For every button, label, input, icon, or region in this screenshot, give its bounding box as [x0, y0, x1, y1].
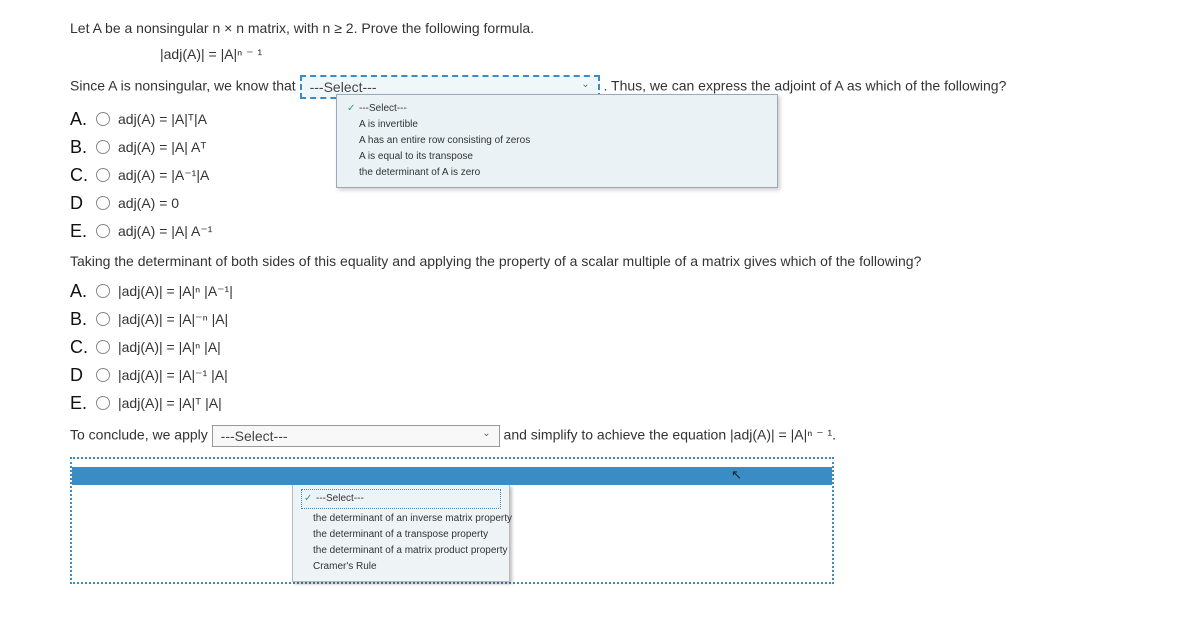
dropdown-item-transpose[interactable]: A is equal to its transpose: [347, 149, 767, 165]
option-text-2-E: |adj(A)| = |A|ᵀ |A|: [118, 391, 222, 415]
option-2-A: A. |adj(A)| = |A|ⁿ |A⁻¹|: [70, 279, 1130, 303]
formula-text: |adj(A)| = |A|ⁿ ⁻ ¹: [160, 46, 262, 62]
option-text-2-D: |adj(A)| = |A|⁻¹ |A|: [118, 363, 228, 387]
dropdown2-item-inverse[interactable]: the determinant of an inverse matrix pro…: [301, 511, 501, 527]
option-1-D: D adj(A) = 0: [70, 191, 1130, 215]
dropdown-item-placeholder[interactable]: ✓---Select---: [347, 101, 767, 117]
radio-2-E[interactable]: [96, 396, 110, 410]
option-label: B.: [70, 135, 94, 159]
step3-line: To conclude, we apply ---Select--- ⌄ and…: [70, 425, 1130, 447]
chevron-down-icon: ⌄: [482, 428, 490, 439]
dropdown2-item-placeholder[interactable]: ✓---Select---: [301, 489, 501, 509]
option-label: D: [70, 191, 94, 215]
radio-2-D[interactable]: [96, 368, 110, 382]
option-2-E: E. |adj(A)| = |A|ᵀ |A|: [70, 391, 1130, 415]
radio-1-A[interactable]: [96, 112, 110, 126]
formula: |adj(A)| = |A|ⁿ ⁻ ¹: [160, 46, 1130, 63]
step1-suffix: . Thus, we can express the adjoint of A …: [603, 78, 1006, 94]
radio-1-D[interactable]: [96, 196, 110, 210]
option-text-2-A: |adj(A)| = |A|ⁿ |A⁻¹|: [118, 279, 233, 303]
step3-select[interactable]: ---Select--- ⌄: [212, 425, 500, 447]
cursor-icon: ↖: [731, 467, 742, 483]
dropdown-item-invertible[interactable]: A is invertible: [347, 117, 767, 133]
dropdown-item-zero-row[interactable]: A has an entire row consisting of zeros: [347, 133, 767, 149]
option-1-E: E. adj(A) = |A| A⁻¹: [70, 219, 1130, 243]
cta-bar[interactable]: ↖: [72, 467, 832, 485]
option-2-C: C. |adj(A)| = |A|ⁿ |A|: [70, 335, 1130, 359]
option-label: A.: [70, 107, 94, 131]
option-label: E.: [70, 219, 94, 243]
option-label: C.: [70, 335, 94, 359]
option-2-B: B. |adj(A)| = |A|⁻ⁿ |A|: [70, 307, 1130, 331]
step1-select-placeholder: ---Select---: [310, 79, 377, 95]
option-label: B.: [70, 307, 94, 331]
check-icon: ✓: [304, 491, 316, 507]
radio-1-B[interactable]: [96, 140, 110, 154]
step3-prefix: To conclude, we apply: [70, 427, 208, 443]
option-label: D: [70, 363, 94, 387]
check-icon: ✓: [347, 101, 359, 117]
radio-2-B[interactable]: [96, 312, 110, 326]
option-label: E.: [70, 391, 94, 415]
option-text-1-C: adj(A) = |A⁻¹|A: [118, 163, 209, 187]
dropdown2-item-cramer[interactable]: Cramer's Rule: [301, 559, 501, 575]
step3-select-placeholder: ---Select---: [221, 428, 288, 444]
options-group-2: A. |adj(A)| = |A|ⁿ |A⁻¹| B. |adj(A)| = |…: [70, 279, 1130, 415]
dropdown2-item-product[interactable]: the determinant of a matrix product prop…: [301, 543, 501, 559]
option-label: C.: [70, 163, 94, 187]
option-label: A.: [70, 279, 94, 303]
radio-1-E[interactable]: [96, 224, 110, 238]
step3-dropdown-panel: ✓---Select--- the determinant of an inve…: [292, 485, 510, 582]
radio-2-C[interactable]: [96, 340, 110, 354]
option-text-2-C: |adj(A)| = |A|ⁿ |A|: [118, 335, 221, 359]
option-text-1-A: adj(A) = |A|ᵀ|A: [118, 107, 207, 131]
dropdown-item-det-zero[interactable]: the determinant of A is zero: [347, 165, 767, 181]
radio-1-C[interactable]: [96, 168, 110, 182]
step2-line: Taking the determinant of both sides of …: [70, 253, 1130, 269]
option-2-D: D |adj(A)| = |A|⁻¹ |A|: [70, 363, 1130, 387]
radio-2-A[interactable]: [96, 284, 110, 298]
cta-outline: ↖ ✓---Select--- the determinant of an in…: [70, 457, 834, 584]
option-text-1-B: adj(A) = |A| Aᵀ: [118, 135, 206, 159]
option-text-2-B: |adj(A)| = |A|⁻ⁿ |A|: [118, 307, 228, 331]
chevron-down-icon: ⌄: [581, 79, 589, 90]
problem-intro-text: Let A be a nonsingular n × n matrix, wit…: [70, 20, 534, 36]
problem-intro: Let A be a nonsingular n × n matrix, wit…: [70, 20, 1130, 36]
option-text-1-E: adj(A) = |A| A⁻¹: [118, 219, 212, 243]
step1-dropdown-panel: ✓---Select--- A is invertible A has an e…: [336, 94, 778, 188]
step2-intro: Taking the determinant of both sides of …: [70, 253, 921, 269]
step3-suffix: and simplify to achieve the equation |ad…: [504, 427, 837, 443]
step1-prefix: Since A is nonsingular, we know that: [70, 78, 296, 94]
option-text-1-D: adj(A) = 0: [118, 191, 179, 215]
dropdown2-item-transpose[interactable]: the determinant of a transpose property: [301, 527, 501, 543]
